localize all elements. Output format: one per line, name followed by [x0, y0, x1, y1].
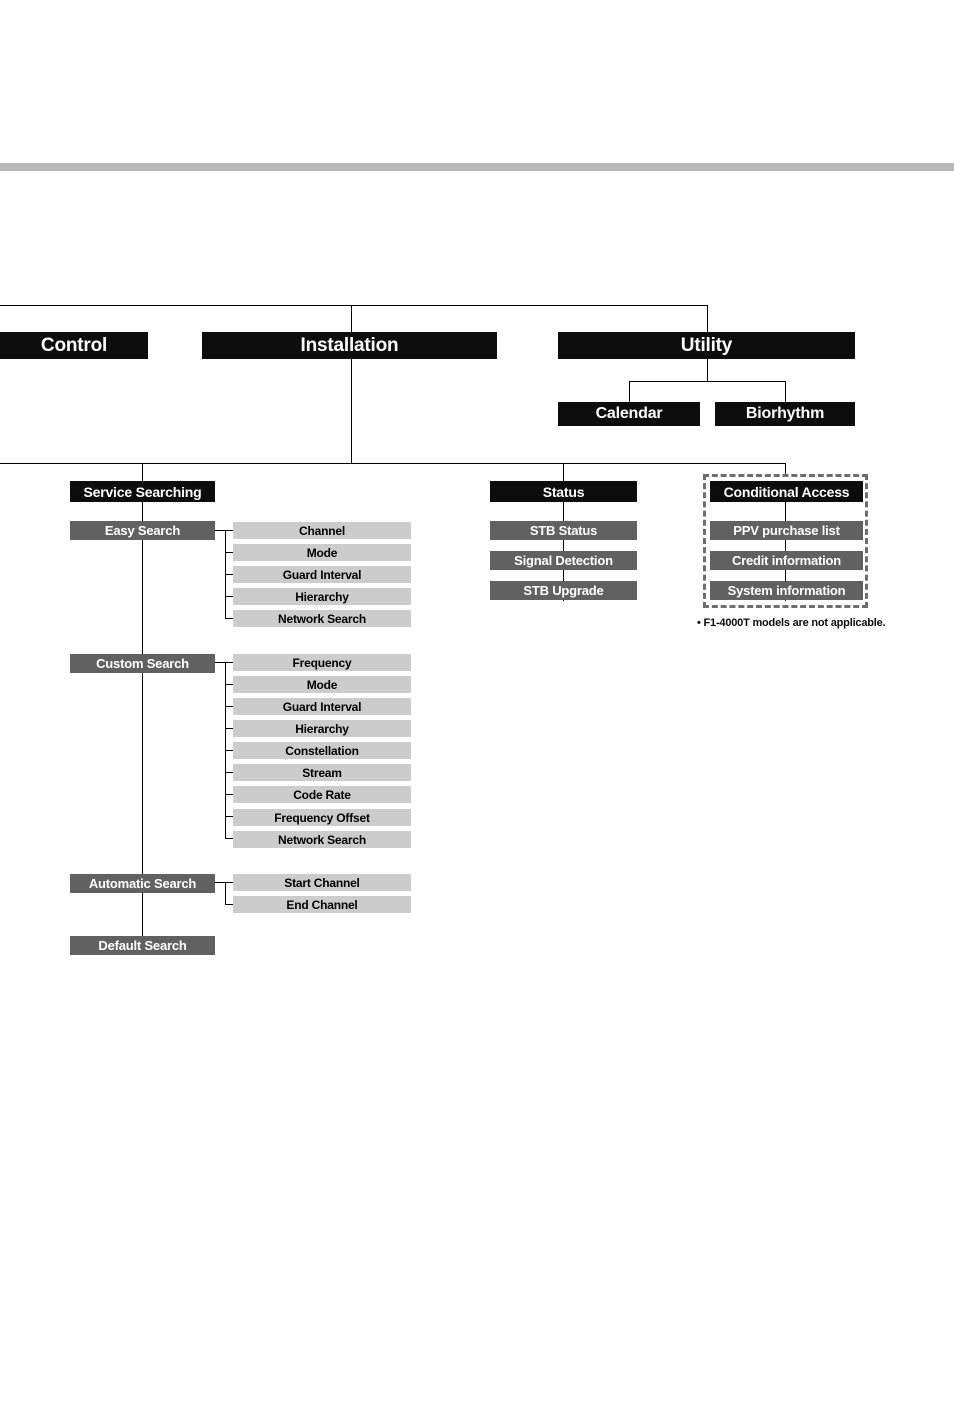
diagram-canvas: Control Installation Utility Calendar Bi… [0, 0, 954, 1403]
header-rule [0, 163, 954, 171]
leaf-custom-search-0[interactable]: Frequency [233, 654, 411, 671]
connector-calendar-drop [629, 381, 630, 402]
conditional-access-item-2[interactable]: System information [710, 581, 863, 600]
leaf-easy-search-0[interactable]: Channel [233, 522, 411, 539]
connector-service-searching-drop [142, 463, 143, 481]
node-default-search[interactable]: Default Search [70, 936, 215, 955]
conditional-access-item-0[interactable]: PPV purchase list [710, 521, 863, 540]
node-conditional-access[interactable]: Conditional Access [710, 481, 863, 502]
leaf-label: Frequency Offset [274, 810, 370, 825]
leaf-label: Guard Interval [282, 567, 362, 582]
connector-utility-stem [707, 359, 708, 381]
status-item-label: STB Status [529, 523, 598, 538]
leaf-automatic-search-1[interactable]: End Channel [233, 896, 411, 913]
node-automatic-search-label: Automatic Search [88, 876, 197, 891]
leaf-label: Guard Interval [282, 699, 362, 714]
node-custom-search-label: Custom Search [96, 656, 189, 671]
leaf-custom-search-5[interactable]: Stream [233, 764, 411, 781]
leaf-label: Mode [306, 677, 338, 692]
node-biorhythm[interactable]: Biorhythm [715, 402, 855, 426]
leaf-easy-search-4[interactable]: Network Search [233, 610, 411, 627]
node-default-search-label: Default Search [98, 938, 187, 953]
leaf-custom-search-6[interactable]: Code Rate [233, 786, 411, 803]
conditional-access-item-label: System information [727, 583, 846, 598]
node-conditional-access-label: Conditional Access [723, 483, 850, 500]
leaf-custom-search-4[interactable]: Constellation [233, 742, 411, 759]
leaf-custom-search-2[interactable]: Guard Interval [233, 698, 411, 715]
node-easy-search-label: Easy Search [104, 523, 181, 538]
leaf-label: Stream [302, 765, 342, 780]
leaf-label: End Channel [286, 897, 358, 912]
leaf-custom-search-1[interactable]: Mode [233, 676, 411, 693]
node-custom-search[interactable]: Custom Search [70, 654, 215, 673]
connector-utility-drop [707, 305, 708, 333]
leaf-label: Constellation [285, 743, 359, 758]
connector-utility-branch-bus [629, 381, 786, 382]
status-item-label: Signal Detection [514, 553, 613, 568]
leaf-custom-search-3[interactable]: Hierarchy [233, 720, 411, 737]
node-utility[interactable]: Utility [558, 332, 855, 359]
status-item-2[interactable]: STB Upgrade [490, 581, 637, 600]
leaf-label: Network Search [278, 832, 366, 847]
node-installation[interactable]: Installation [202, 332, 497, 359]
leaf-automatic-search-0[interactable]: Start Channel [233, 874, 411, 891]
leaf-easy-search-3[interactable]: Hierarchy [233, 588, 411, 605]
leaf-label: Frequency [292, 655, 352, 670]
leaf-label: Mode [306, 545, 338, 560]
leaf-easy-search-2[interactable]: Guard Interval [233, 566, 411, 583]
status-item-0[interactable]: STB Status [490, 521, 637, 540]
node-utility-label: Utility [680, 334, 733, 356]
conditional-access-item-1[interactable]: Credit information [710, 551, 863, 570]
node-status[interactable]: Status [490, 481, 637, 502]
connector-automatic-search-bracket [225, 882, 226, 904]
node-status-label: Status [542, 483, 585, 500]
node-calendar[interactable]: Calendar [558, 402, 700, 426]
conditional-access-footnote: • F1-4000T models are not applicable. [697, 617, 886, 629]
leaf-label: Hierarchy [295, 589, 349, 604]
leaf-label: Network Search [278, 611, 366, 626]
connector-installation-stem [351, 359, 352, 464]
node-service-searching[interactable]: Service Searching [70, 481, 215, 502]
node-easy-search[interactable]: Easy Search [70, 521, 215, 540]
conditional-access-item-label: PPV purchase list [733, 523, 840, 538]
leaf-label: Start Channel [284, 875, 360, 890]
connector-biorhythm-drop [785, 381, 786, 402]
status-item-label: STB Upgrade [523, 583, 604, 598]
node-calendar-label: Calendar [595, 405, 663, 422]
node-control-label: Control [40, 334, 108, 356]
connector-installation-drop [351, 305, 352, 333]
leaf-label: Hierarchy [295, 721, 349, 736]
leaf-custom-search-8[interactable]: Network Search [233, 831, 411, 848]
status-item-1[interactable]: Signal Detection [490, 551, 637, 570]
node-automatic-search[interactable]: Automatic Search [70, 874, 215, 893]
connector-status-drop [563, 463, 564, 481]
leaf-label: Channel [299, 523, 345, 538]
connector-tier1-bus [0, 305, 708, 306]
node-installation-label: Installation [300, 334, 399, 356]
leaf-label: Code Rate [293, 787, 351, 802]
node-service-searching-label: Service Searching [83, 483, 202, 500]
leaf-custom-search-7[interactable]: Frequency Offset [233, 809, 411, 826]
node-control[interactable]: Control [0, 332, 148, 359]
leaf-easy-search-1[interactable]: Mode [233, 544, 411, 561]
conditional-access-item-label: Credit information [731, 553, 842, 568]
node-biorhythm-label: Biorhythm [745, 405, 825, 422]
connector-tier3-bus [0, 463, 786, 464]
